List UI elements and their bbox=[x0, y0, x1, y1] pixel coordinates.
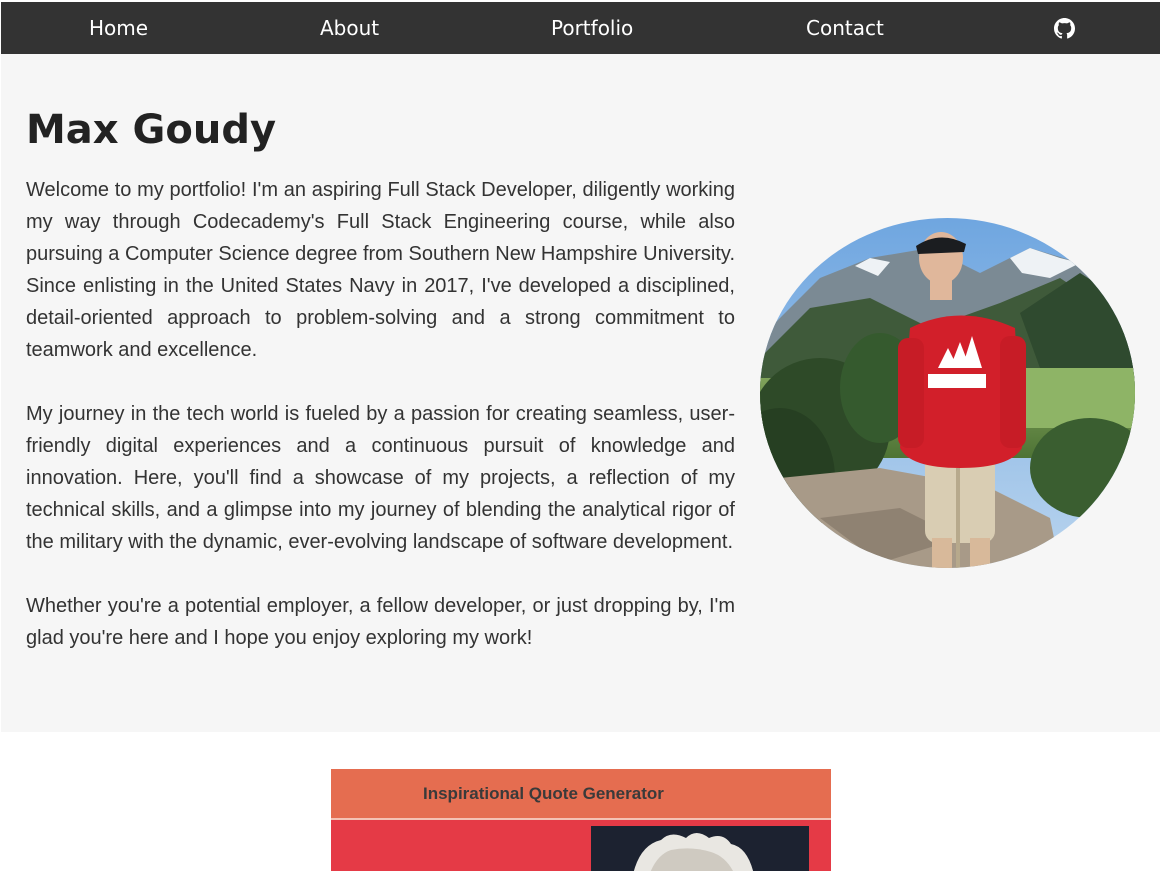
profile-photo bbox=[760, 218, 1135, 568]
top-navbar: Home About Portfolio Contact bbox=[1, 2, 1160, 54]
bio-text: Welcome to my portfolio! I'm an aspiring… bbox=[26, 174, 735, 686]
github-link[interactable] bbox=[1053, 2, 1075, 54]
bio-paragraph: Welcome to my portfolio! I'm an aspiring… bbox=[26, 179, 735, 361]
project-preview bbox=[331, 820, 831, 871]
bio-paragraph: Whether you're a potential employer, a f… bbox=[26, 595, 735, 649]
project-card[interactable]: Inspirational Quote Generator bbox=[331, 769, 831, 871]
about-section: Max Goudy Welcome to my portfolio! I'm a… bbox=[1, 54, 1160, 732]
nav-about-link[interactable]: About bbox=[320, 2, 379, 54]
project-thumbnail bbox=[591, 826, 809, 871]
github-icon bbox=[1053, 17, 1075, 38]
nav-portfolio-link[interactable]: Portfolio bbox=[551, 2, 633, 54]
project-title: Inspirational Quote Generator bbox=[331, 769, 831, 820]
nav-home-link[interactable]: Home bbox=[89, 2, 148, 54]
nav-contact-link[interactable]: Contact bbox=[806, 2, 884, 54]
bio-paragraph: My journey in the tech world is fueled b… bbox=[26, 403, 735, 553]
page-title: Max Goudy bbox=[26, 107, 277, 153]
